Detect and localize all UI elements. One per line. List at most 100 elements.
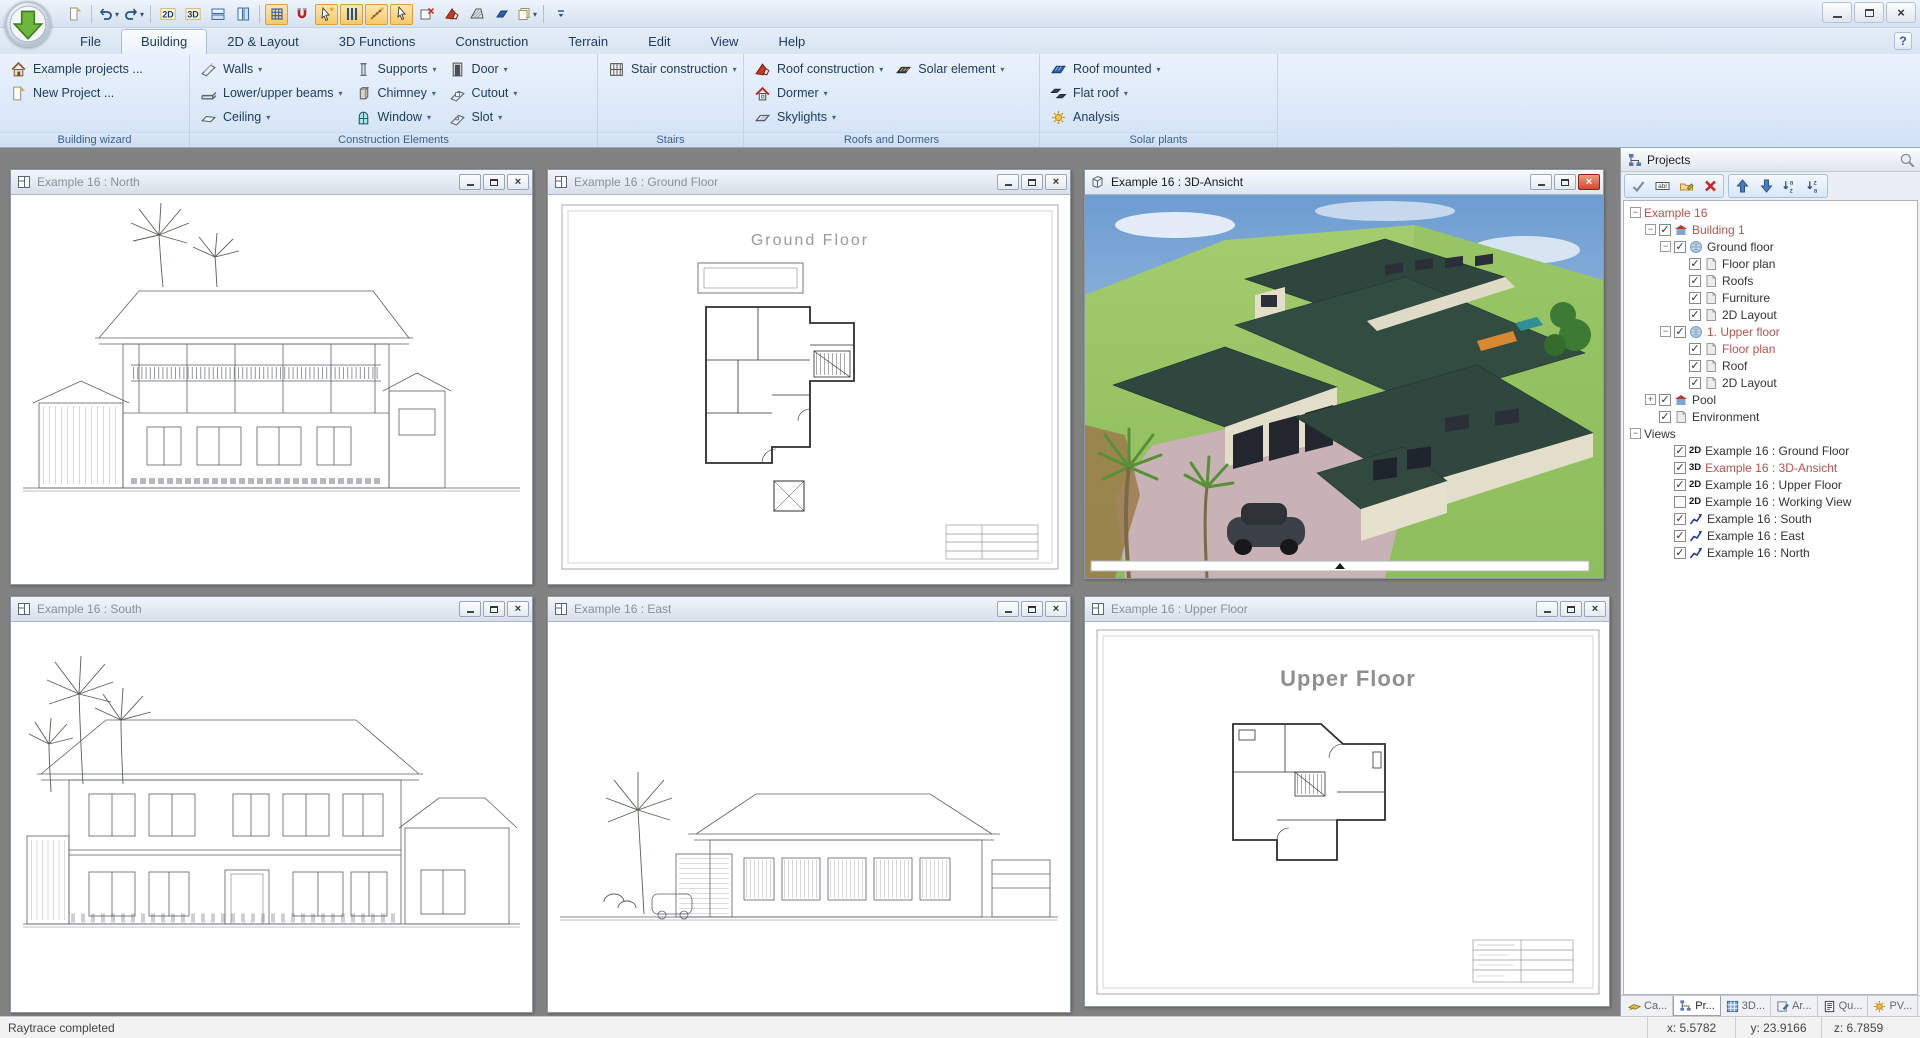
window-north[interactable]: Example 16 : North× [10, 169, 533, 585]
tab-construction[interactable]: Construction [435, 29, 548, 54]
tab-help[interactable]: Help [758, 29, 825, 54]
hatch-roof-icon[interactable] [465, 4, 488, 25]
tree-item-environment[interactable]: ✓Environment [1626, 408, 1917, 425]
ribbon-window[interactable]: Window▾ [351, 105, 441, 129]
ribbon-roof-mounted[interactable]: Roof mounted▾ [1046, 57, 1165, 81]
tree-item-2d-layout[interactable]: ✓2D Layout [1626, 374, 1917, 391]
tree-item-building-1[interactable]: −✓Building 1 [1626, 221, 1917, 238]
select-special-icon[interactable] [315, 4, 338, 25]
measure-icon[interactable] [365, 4, 388, 25]
tree-checkbox[interactable]: ✓ [1659, 224, 1671, 236]
window-close-button[interactable]: × [1584, 601, 1606, 617]
tree-checkbox[interactable]: ✓ [1674, 479, 1686, 491]
parallel-guides-icon[interactable] [340, 4, 363, 25]
panel-tab-3d[interactable]: 3D... [1721, 996, 1771, 1016]
tree-item-roofs[interactable]: ✓Roofs [1626, 272, 1917, 289]
tree-checkbox[interactable]: ✓ [1689, 292, 1701, 304]
collapse-icon[interactable]: − [1630, 428, 1641, 439]
window-restore-button[interactable] [1554, 174, 1576, 190]
tree-checkbox[interactable]: ✓ [1674, 513, 1686, 525]
pin-icon[interactable] [1898, 151, 1916, 169]
tree-checkbox[interactable]: ✓ [1689, 309, 1701, 321]
app-close-button[interactable]: × [1886, 2, 1916, 23]
tree-item-pool[interactable]: +✓Pool [1626, 391, 1917, 408]
expand-icon[interactable]: + [1645, 394, 1656, 405]
dropdown-arrow-icon[interactable]: ▾ [432, 89, 436, 98]
window-minimize-button[interactable] [1536, 601, 1558, 617]
move-up-icon[interactable] [1730, 176, 1754, 196]
tree-checkbox[interactable]: ✓ [1674, 530, 1686, 542]
confirm-icon[interactable] [1626, 176, 1650, 196]
tree-item-example-16-north[interactable]: ✓Example 16 : North [1626, 544, 1917, 561]
tree-item-example-16[interactable]: −Example 16 [1626, 204, 1917, 221]
tree-item-views[interactable]: −Views [1626, 425, 1917, 442]
undo-dropdown[interactable]: ▾ [115, 10, 119, 19]
window-close-button[interactable]: × [1578, 174, 1600, 190]
tree-checkbox[interactable]: ✓ [1689, 275, 1701, 287]
panel-tab-pr[interactable]: Pr... [1673, 996, 1721, 1016]
dropdown-arrow-icon[interactable]: ▾ [879, 65, 883, 74]
collapse-icon[interactable]: − [1645, 224, 1656, 235]
sort-za-icon[interactable]: za [1802, 176, 1826, 196]
window-titlebar[interactable]: Example 16 : Ground Floor× [548, 170, 1070, 195]
window-restore-button[interactable] [1560, 601, 1582, 617]
window-3d-ansicht[interactable]: Example 16 : 3D-Ansicht× [1084, 169, 1604, 579]
dropdown-arrow-icon[interactable]: ▾ [1000, 65, 1004, 74]
tree-item-example-16-upper-floor[interactable]: ✓2DExample 16 : Upper Floor [1626, 476, 1917, 493]
ribbon-chimney[interactable]: Chimney▾ [351, 81, 441, 105]
ribbon-flat-roof[interactable]: Flat roof▾ [1046, 81, 1165, 105]
ribbon-stair-construction[interactable]: Stair construction▾ [604, 57, 741, 81]
window-close-button[interactable]: × [507, 601, 529, 617]
roof-tool-icon[interactable] [440, 4, 463, 25]
ribbon-slot[interactable]: Slot▾ [445, 105, 522, 129]
tree-item-roof[interactable]: ✓Roof [1626, 357, 1917, 374]
split-vertical-icon[interactable] [231, 4, 254, 25]
tab-file[interactable]: File [60, 29, 121, 54]
ground-floor-plan-view[interactable]: Ground Floor [548, 195, 1070, 584]
east-elevation-view[interactable] [548, 622, 1070, 1012]
window-close-button[interactable]: × [507, 174, 529, 190]
snap-magnet-icon[interactable] [290, 4, 313, 25]
ribbon-dormer[interactable]: Dormer▾ [750, 81, 887, 105]
window-minimize-button[interactable] [997, 601, 1019, 617]
ribbon-solar-element[interactable]: Solar element▾ [891, 57, 1008, 81]
tab-terrain[interactable]: Terrain [548, 29, 628, 54]
ribbon-supports[interactable]: Supports▾ [351, 57, 441, 81]
window-titlebar[interactable]: Example 16 : East× [548, 597, 1070, 622]
window-restore-button[interactable] [483, 174, 505, 190]
move-down-icon[interactable] [1754, 176, 1778, 196]
copy-layers-icon[interactable]: ▾ [515, 4, 538, 25]
window-titlebar[interactable]: Example 16 : Upper Floor× [1085, 597, 1609, 622]
dropdown-arrow-icon[interactable]: ▾ [1124, 89, 1128, 98]
help-icon[interactable]: ? [1894, 32, 1912, 50]
2d-view-icon[interactable]: 2D [156, 4, 179, 25]
dropdown-arrow-icon[interactable]: ▾ [733, 65, 737, 74]
grid-icon[interactable] [265, 4, 288, 25]
split-horizontal-icon[interactable] [206, 4, 229, 25]
window-minimize-button[interactable] [459, 174, 481, 190]
toolbar-options-icon[interactable] [549, 4, 572, 25]
redo-dropdown[interactable]: ▾ [140, 10, 144, 19]
collapse-icon[interactable]: − [1630, 207, 1641, 218]
panel-tab-ca[interactable]: Ca... [1623, 996, 1673, 1016]
ribbon-door[interactable]: Door▾ [445, 57, 522, 81]
panel-tab-pv[interactable]: PV... [1868, 996, 1918, 1016]
window-restore-button[interactable] [483, 601, 505, 617]
tab-building[interactable]: Building [121, 29, 207, 54]
tab-view[interactable]: View [691, 29, 759, 54]
app-menu-button[interactable] [5, 1, 51, 47]
collapse-icon[interactable]: − [1660, 326, 1671, 337]
sort-az-icon[interactable]: az [1778, 176, 1802, 196]
tree-item-example-16-east[interactable]: ✓Example 16 : East [1626, 527, 1917, 544]
new-drawing-icon[interactable] [63, 4, 86, 25]
tree-checkbox[interactable]: ✓ [1674, 547, 1686, 559]
dropdown-arrow-icon[interactable]: ▾ [1157, 65, 1161, 74]
ribbon-walls[interactable]: Walls▾ [196, 57, 347, 81]
select-cursor-icon[interactable] [390, 4, 413, 25]
upper-floor-plan-view[interactable]: Upper Floor [1085, 622, 1609, 1006]
3d-render-view[interactable] [1085, 195, 1603, 578]
window-south[interactable]: Example 16 : South× [10, 596, 533, 1013]
window-titlebar[interactable]: Example 16 : South× [11, 597, 532, 622]
window-titlebar[interactable]: Example 16 : 3D-Ansicht× [1085, 170, 1603, 195]
dropdown-arrow-icon[interactable]: ▾ [427, 113, 431, 122]
